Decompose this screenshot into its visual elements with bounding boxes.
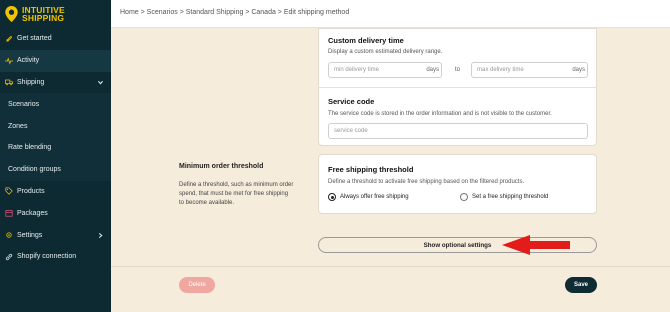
sidebar-item-scenarios[interactable]: Scenarios — [0, 93, 111, 116]
delivery-title: Custom delivery time — [328, 36, 404, 45]
min-delivery-placeholder: min delivery time — [334, 67, 380, 73]
service-code-placeholder: service code — [334, 128, 368, 134]
save-button[interactable]: Save — [565, 277, 597, 293]
sidebar-item-shipping[interactable]: Shipping — [0, 72, 111, 94]
radio-always-free-shipping[interactable]: Always offer free shipping — [328, 193, 409, 201]
service-code-description: The service code is stored in the order … — [328, 111, 552, 117]
truck-icon — [5, 80, 13, 86]
sidebar-item-label: Shopify connection — [17, 253, 77, 261]
min-delivery-input[interactable]: min delivery time days — [328, 62, 442, 78]
minimum-order-threshold-description: Define a threshold, such as minimum orde… — [179, 182, 294, 206]
link-icon — [5, 253, 13, 260]
sidebar-item-label: Zones — [8, 122, 28, 130]
free-shipping-description: Define a threshold to activate free ship… — [328, 179, 525, 185]
max-delivery-input[interactable]: max delivery time days — [471, 62, 588, 78]
sidebar-item-label: Condition groups — [8, 166, 61, 174]
delivery-service-card: Custom delivery time Display a custom es… — [318, 28, 597, 146]
sidebar-item-settings[interactable]: Settings — [0, 224, 111, 246]
radio-set-threshold[interactable]: Set a free shipping threshold — [460, 193, 548, 201]
sidebar-item-label: Shipping — [17, 78, 45, 86]
sidebar: INTUITIVE SHIPPING Get started Activity … — [0, 0, 111, 312]
sidebar-item-condition-groups[interactable]: Condition groups — [0, 158, 111, 181]
logo[interactable]: INTUITIVE SHIPPING — [0, 0, 111, 28]
chevron-right-icon — [98, 232, 103, 238]
free-shipping-title: Free shipping threshold — [328, 165, 414, 174]
service-code-input[interactable]: service code — [328, 123, 588, 139]
show-optional-settings-label: Show optional settings — [423, 241, 492, 249]
max-delivery-unit: days — [572, 67, 585, 73]
gear-icon — [6, 232, 12, 238]
sidebar-item-rate-blending[interactable]: Rate blending — [0, 136, 111, 159]
sidebar-item-packages[interactable]: Packages — [0, 202, 111, 224]
sidebar-item-get-started[interactable]: Get started — [0, 28, 111, 50]
delivery-description: Display a custom estimated delivery rang… — [328, 49, 443, 55]
radio-unchecked-icon — [460, 193, 468, 201]
sidebar-item-label: Activity — [17, 57, 40, 65]
logo-text: INTUITIVE SHIPPING — [22, 6, 65, 23]
rocket-icon — [6, 36, 12, 42]
breadcrumb[interactable]: Home > Scenarios > Standard Shipping > C… — [120, 9, 349, 16]
min-delivery-unit: days — [426, 67, 439, 73]
radio-label: Set a free shipping threshold — [472, 194, 549, 200]
sidebar-item-products[interactable]: Products — [0, 181, 111, 203]
sidebar-item-label: Settings — [17, 231, 43, 239]
sidebar-item-label: Products — [17, 187, 45, 195]
sidebar-item-label: Scenarios — [8, 100, 40, 108]
range-separator: to — [455, 67, 461, 73]
delete-button[interactable]: Delete — [179, 277, 215, 293]
sidebar-item-activity[interactable]: Activity — [0, 49, 111, 72]
sidebar-item-label: Rate blending — [8, 144, 52, 152]
footer-divider — [111, 266, 670, 267]
sidebar-item-zones[interactable]: Zones — [0, 115, 111, 137]
logo-line-2: SHIPPING — [22, 13, 65, 23]
minimum-order-threshold-heading: Minimum order threshold — [179, 163, 264, 170]
location-pin-icon — [5, 6, 18, 22]
show-optional-settings-button[interactable]: Show optional settings — [318, 237, 597, 253]
sidebar-nav: Get started Activity Shipping Scenarios … — [0, 28, 111, 268]
top-bar: Home > Scenarios > Standard Shipping > C… — [111, 0, 670, 28]
radio-checked-icon — [328, 193, 336, 201]
free-shipping-card: Free shipping threshold Define a thresho… — [318, 154, 597, 214]
max-delivery-placeholder: max delivery time — [477, 67, 524, 73]
card-divider — [319, 87, 596, 88]
activity-icon — [5, 57, 13, 65]
service-code-title: Service code — [328, 97, 375, 106]
chevron-down-icon — [98, 80, 103, 85]
package-icon — [5, 210, 13, 217]
sidebar-item-label: Get started — [17, 35, 52, 43]
sidebar-item-label: Packages — [17, 209, 48, 217]
sidebar-item-shopify-connection[interactable]: Shopify connection — [0, 246, 111, 268]
tag-icon — [5, 187, 13, 196]
radio-label: Always offer free shipping — [340, 194, 409, 200]
